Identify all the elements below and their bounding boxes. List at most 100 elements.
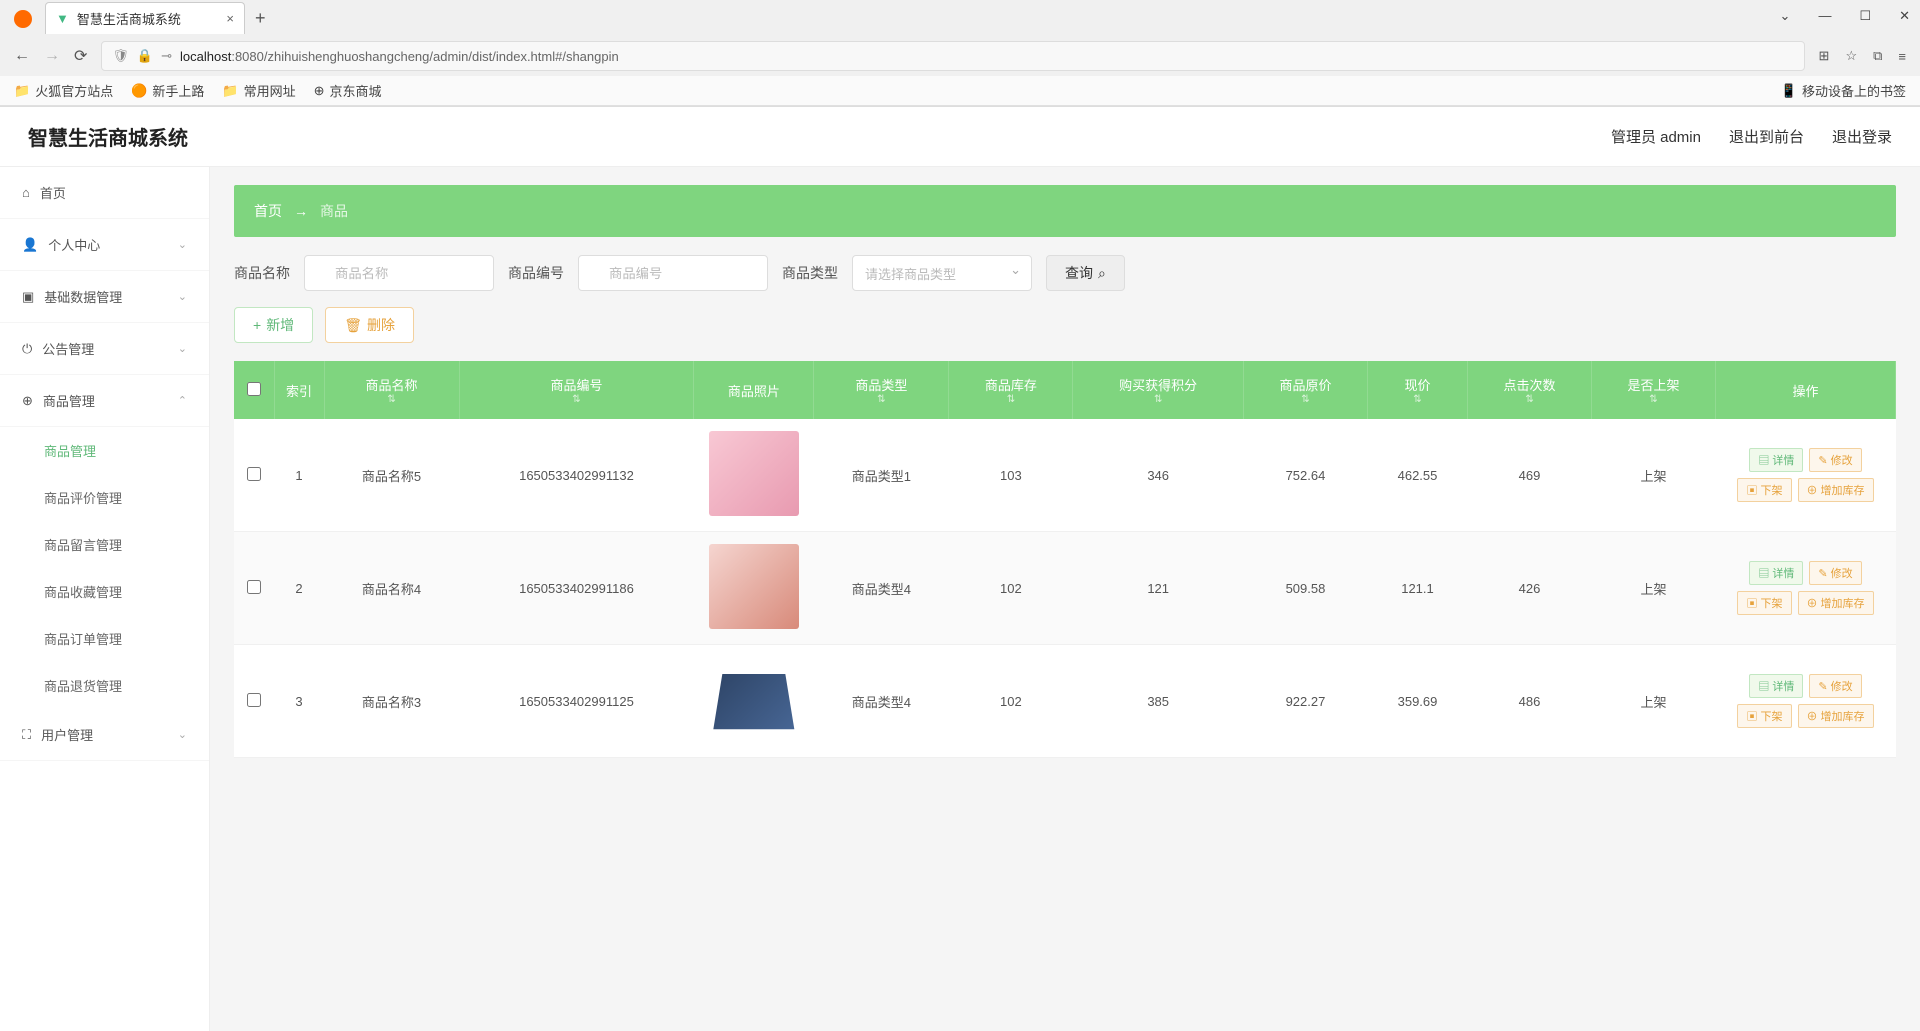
table-row: 3商品名称31650533402991125商品类型4102385922.273… bbox=[234, 645, 1896, 758]
col-clicks[interactable]: 点击次数⇅ bbox=[1468, 361, 1592, 419]
offshelf-button[interactable]: ▣ 下架 bbox=[1737, 704, 1791, 728]
url-bar[interactable]: 🛡 🔒 ⊸ localhost:8080/zhihuishenghuoshang… bbox=[101, 41, 1804, 71]
col-stock[interactable]: 商品库存⇅ bbox=[949, 361, 1073, 419]
star-icon[interactable]: ☆ bbox=[1845, 48, 1857, 64]
detail-button[interactable]: ▤ 详情 bbox=[1749, 448, 1803, 472]
name-input[interactable] bbox=[304, 255, 494, 291]
select-all-checkbox[interactable] bbox=[247, 382, 261, 396]
cell-type: 商品类型1 bbox=[814, 419, 949, 532]
nav-back-button[interactable]: ← bbox=[14, 47, 30, 65]
to-frontend-button[interactable]: 退出到前台 bbox=[1729, 126, 1804, 147]
chevron-down-icon: ⌄ bbox=[178, 290, 187, 303]
col-now[interactable]: 现价⇅ bbox=[1367, 361, 1467, 419]
cell-now: 462.55 bbox=[1367, 419, 1467, 532]
col-shelf[interactable]: 是否上架⇅ bbox=[1592, 361, 1716, 419]
offshelf-button[interactable]: ▣ 下架 bbox=[1737, 591, 1791, 615]
cell-index: 1 bbox=[274, 419, 324, 532]
window-dropdown-icon[interactable]: ⌄ bbox=[1780, 8, 1791, 24]
logout-button[interactable]: 退出登录 bbox=[1832, 126, 1892, 147]
sidebar-sub-order[interactable]: 商品订单管理 bbox=[0, 615, 209, 662]
sidebar-item-notice[interactable]: ⏻公告管理⌄ bbox=[0, 323, 209, 375]
product-table: 索引 商品名称⇅ 商品编号⇅ 商品照片 商品类型⇅ 商品库存⇅ 购买获得积分⇅ … bbox=[234, 361, 1896, 758]
firefox-icon bbox=[14, 10, 32, 28]
sidebar-sub-favorite[interactable]: 商品收藏管理 bbox=[0, 568, 209, 615]
sort-icon: ⇅ bbox=[1376, 394, 1459, 405]
cell-stock: 103 bbox=[949, 419, 1073, 532]
plus-icon: + bbox=[253, 317, 261, 333]
edit-button[interactable]: ✎ 修改 bbox=[1809, 674, 1861, 698]
query-button[interactable]: 查询 ⌕ bbox=[1046, 255, 1125, 291]
code-input[interactable] bbox=[578, 255, 768, 291]
cell-buy: 385 bbox=[1073, 645, 1244, 758]
sidebar-item-basedata[interactable]: ▣基础数据管理⌄ bbox=[0, 271, 209, 323]
col-code[interactable]: 商品编号⇅ bbox=[459, 361, 694, 419]
detail-button[interactable]: ▤ 详情 bbox=[1749, 674, 1803, 698]
tab-title: 智慧生活商城系统 bbox=[77, 9, 181, 28]
cell-type: 商品类型4 bbox=[814, 645, 949, 758]
addstock-button[interactable]: ⊕ 增加库存 bbox=[1798, 591, 1874, 615]
bookmark-item[interactable]: 📁 火狐官方站点 bbox=[14, 81, 113, 100]
app-title: 智慧生活商城系统 bbox=[28, 122, 188, 151]
addstock-button[interactable]: ⊕ 增加库存 bbox=[1798, 478, 1874, 502]
row-checkbox[interactable] bbox=[247, 467, 261, 481]
col-name[interactable]: 商品名称⇅ bbox=[324, 361, 459, 419]
sidebar-item-product[interactable]: ⊕商品管理⌃ bbox=[0, 375, 209, 427]
delete-button[interactable]: 🗑 删除 bbox=[325, 307, 414, 343]
window-maximize-button[interactable]: ☐ bbox=[1859, 8, 1871, 24]
cell-name: 商品名称3 bbox=[324, 645, 459, 758]
sort-icon: ⇅ bbox=[957, 394, 1064, 405]
cell-orig: 922.27 bbox=[1243, 645, 1367, 758]
nav-reload-button[interactable]: ⟳ bbox=[74, 46, 87, 66]
breadcrumb-home[interactable]: 首页 bbox=[254, 201, 282, 221]
admin-label[interactable]: 管理员 admin bbox=[1611, 126, 1701, 147]
chevron-up-icon: ⌃ bbox=[178, 394, 187, 407]
edit-button[interactable]: ✎ 修改 bbox=[1809, 448, 1861, 472]
sidebar-item-personal[interactable]: 👤个人中心⌄ bbox=[0, 219, 209, 271]
mobile-bookmarks[interactable]: 📱 移动设备上的书签 bbox=[1781, 81, 1906, 100]
col-original[interactable]: 商品原价⇅ bbox=[1243, 361, 1367, 419]
cell-orig: 509.58 bbox=[1243, 532, 1367, 645]
cell-orig: 752.64 bbox=[1243, 419, 1367, 532]
col-buy[interactable]: 购买获得积分⇅ bbox=[1073, 361, 1244, 419]
detail-button[interactable]: ▤ 详情 bbox=[1749, 561, 1803, 585]
sort-icon: ⇅ bbox=[1081, 394, 1235, 405]
qr-icon[interactable]: ⊞ bbox=[1819, 48, 1830, 64]
cell-shelf: 上架 bbox=[1592, 419, 1716, 532]
bookmark-item[interactable]: 🟠 新手上路 bbox=[131, 81, 204, 100]
sidebar-sub-message[interactable]: 商品留言管理 bbox=[0, 521, 209, 568]
tab-close-button[interactable]: × bbox=[226, 11, 234, 26]
arrow-icon: → bbox=[294, 203, 308, 219]
code-label: 商品编号 bbox=[508, 263, 564, 283]
sidebar: ⌂首页 👤个人中心⌄ ▣基础数据管理⌄ ⏻公告管理⌄ ⊕商品管理⌃ 商品管理 商… bbox=[0, 167, 210, 1031]
bookmark-item[interactable]: 📁 常用网址 bbox=[222, 81, 295, 100]
menu-icon[interactable]: ≡ bbox=[1898, 49, 1906, 64]
product-image bbox=[709, 657, 799, 742]
sidebar-item-user[interactable]: ⛶用户管理⌄ bbox=[0, 709, 209, 761]
window-close-button[interactable]: ✕ bbox=[1899, 8, 1910, 24]
col-type[interactable]: 商品类型⇅ bbox=[814, 361, 949, 419]
window-minimize-button[interactable]: — bbox=[1818, 8, 1831, 24]
row-checkbox[interactable] bbox=[247, 693, 261, 707]
sidebar-sub-product-mgmt[interactable]: 商品管理 bbox=[0, 427, 209, 474]
col-index[interactable]: 索引 bbox=[274, 361, 324, 419]
offshelf-button[interactable]: ▣ 下架 bbox=[1737, 478, 1791, 502]
cell-name: 商品名称5 bbox=[324, 419, 459, 532]
type-select[interactable]: 请选择商品类型 bbox=[852, 255, 1032, 291]
edit-button[interactable]: ✎ 修改 bbox=[1809, 561, 1861, 585]
cell-stock: 102 bbox=[949, 532, 1073, 645]
add-button[interactable]: + 新增 bbox=[234, 307, 313, 343]
sidebar-item-home[interactable]: ⌂首页 bbox=[0, 167, 209, 219]
bookmark-item[interactable]: ⊕ 京东商城 bbox=[314, 81, 382, 100]
row-checkbox[interactable] bbox=[247, 580, 261, 594]
shield-icon: 🛡 bbox=[112, 48, 129, 64]
cell-type: 商品类型4 bbox=[814, 532, 949, 645]
cell-code: 1650533402991125 bbox=[459, 645, 694, 758]
chevron-down-icon: ⌄ bbox=[178, 728, 187, 741]
addstock-button[interactable]: ⊕ 增加库存 bbox=[1798, 704, 1874, 728]
extensions-icon[interactable]: ⧉ bbox=[1873, 48, 1882, 64]
sidebar-sub-review[interactable]: 商品评价管理 bbox=[0, 474, 209, 521]
new-tab-button[interactable]: + bbox=[245, 8, 276, 29]
sidebar-sub-return[interactable]: 商品退货管理 bbox=[0, 662, 209, 709]
browser-tab[interactable]: ▼ 智慧生活商城系统 × bbox=[45, 2, 245, 34]
nav-forward-button[interactable]: → bbox=[44, 47, 60, 65]
